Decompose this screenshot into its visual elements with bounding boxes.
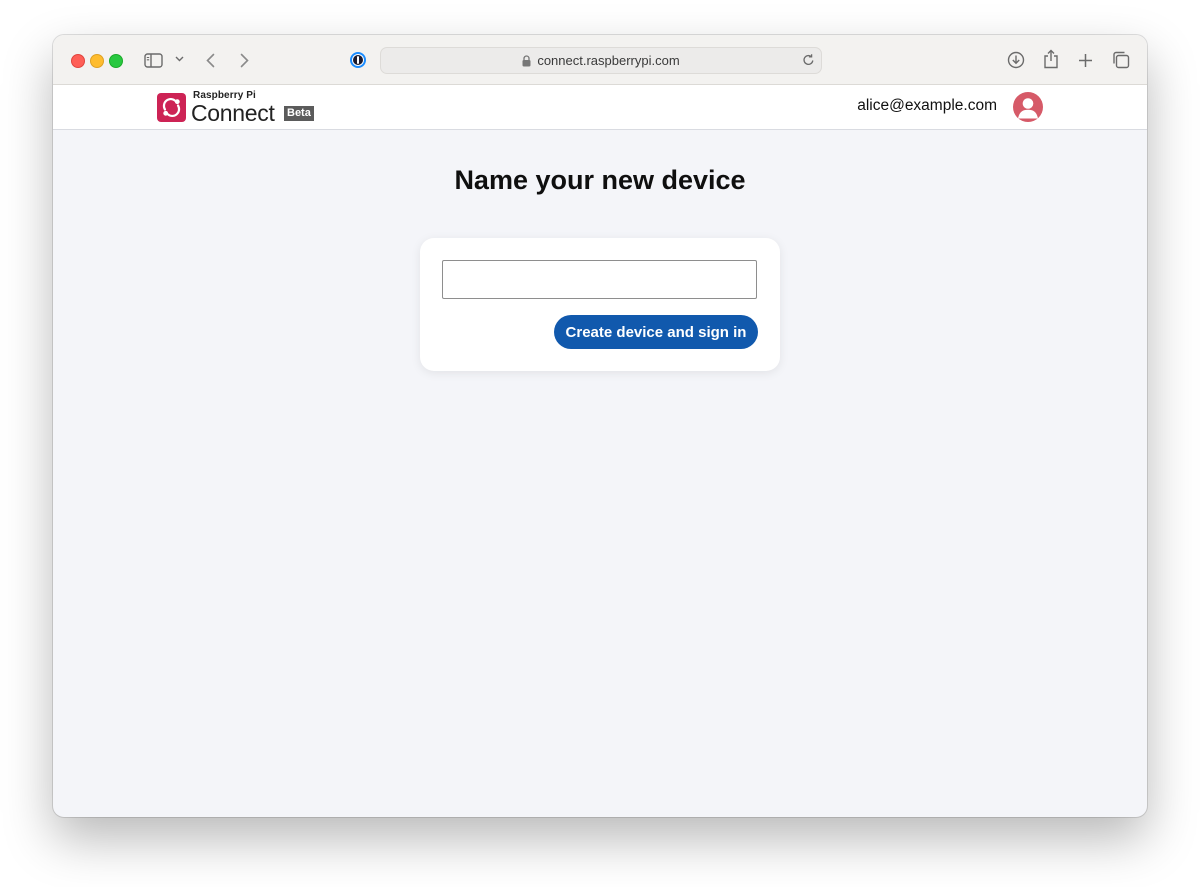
reload-icon[interactable]	[802, 53, 815, 67]
download-icon[interactable]	[1006, 50, 1026, 70]
main-content: Name your new device Create device and s…	[53, 130, 1147, 817]
page-title: Name your new device	[454, 165, 746, 195]
lock-icon	[522, 54, 531, 67]
1password-icon[interactable]	[348, 50, 368, 70]
address-bar[interactable]: connect.raspberrypi.com	[380, 47, 822, 74]
device-name-input[interactable]	[442, 260, 757, 299]
sidebar-icon[interactable]	[143, 50, 163, 70]
chevron-left-icon[interactable]	[203, 50, 217, 70]
app-header: Raspberry Pi Connect Beta alice@example.…	[53, 85, 1147, 130]
close-window-button[interactable]	[71, 54, 85, 68]
browser-toolbar: connect.raspberrypi.com	[53, 35, 1147, 85]
minimize-window-button[interactable]	[90, 54, 104, 68]
plus-icon[interactable]	[1075, 50, 1095, 70]
user-email[interactable]: alice@example.com	[857, 97, 997, 115]
raspberry-pi-connect-logo[interactable]	[157, 93, 186, 122]
avatar[interactable]	[1013, 92, 1043, 122]
user-icon	[1018, 98, 1038, 119]
beta-badge: Beta	[284, 106, 314, 121]
url-text: connect.raspberrypi.com	[537, 53, 680, 68]
tabs-icon[interactable]	[1110, 50, 1132, 70]
chevron-down-icon[interactable]	[172, 52, 186, 66]
zoom-window-button[interactable]	[109, 54, 123, 68]
brand-name: Connect	[191, 100, 275, 126]
create-device-button[interactable]: Create device and sign in	[554, 315, 758, 349]
share-icon[interactable]	[1041, 48, 1061, 70]
chevron-right-icon[interactable]	[237, 50, 251, 70]
browser-window: connect.raspberrypi.com Raspberry Pi Con…	[53, 35, 1147, 817]
device-name-card: Create device and sign in	[420, 238, 780, 371]
